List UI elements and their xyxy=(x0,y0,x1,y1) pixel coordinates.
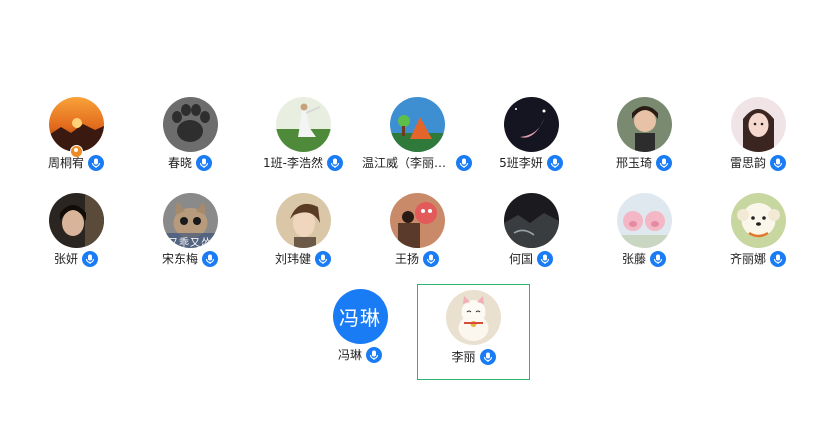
avatar-caption: 又乖又怂 xyxy=(168,238,212,248)
participant-name: 齐丽娜 xyxy=(729,252,766,266)
participant-tile[interactable]: 雷思韵 xyxy=(703,89,813,185)
cartoon-scene-avatar xyxy=(389,193,445,248)
microphone-icon[interactable] xyxy=(423,250,439,267)
text-avatar: 冯琳 xyxy=(332,289,388,344)
participant-name: 周桐宥 xyxy=(47,156,84,170)
participant-name: 邢玉琦 xyxy=(615,156,652,170)
dark-portrait-avatar xyxy=(48,193,104,248)
microphone-icon[interactable] xyxy=(770,154,786,171)
participant-name: 5班李妍 xyxy=(499,156,543,170)
paw-avatar xyxy=(162,97,218,152)
girl-photo-avatar xyxy=(616,97,672,152)
participant-name: 李丽 xyxy=(451,350,476,364)
pig-toys-avatar xyxy=(616,193,672,248)
participant-name: 张妍 xyxy=(53,252,78,266)
participant-name: 宋东梅 xyxy=(161,252,198,266)
participant-gallery: 周桐宥 春晓 1班-李浩然 温江威（李丽老... 5班李妍 邢玉琦 雷思韵 张妍… xyxy=(0,0,822,433)
microphone-icon[interactable] xyxy=(656,154,672,171)
participant-tile[interactable]: 又乖又怂 宋东梅 xyxy=(135,185,245,281)
microphone-icon[interactable] xyxy=(537,250,553,267)
microphone-icon[interactable] xyxy=(196,154,212,171)
participant-name: 雷思韵 xyxy=(729,156,766,170)
cat-avatar: 又乖又怂 xyxy=(162,193,218,248)
microphone-icon[interactable] xyxy=(456,154,472,171)
participant-tile[interactable]: 何国 xyxy=(476,185,586,281)
participant-name: 1班-李浩然 xyxy=(263,156,323,170)
participant-tile[interactable]: 春晓 xyxy=(135,89,245,185)
dancer-avatar xyxy=(275,97,331,152)
dark-landscape-avatar xyxy=(503,193,559,248)
participant-name: 冯琳 xyxy=(337,348,362,362)
painting-avatar xyxy=(389,97,445,152)
participant-name: 春晓 xyxy=(167,156,192,170)
white-dog-avatar xyxy=(730,193,786,248)
microphone-icon[interactable] xyxy=(82,250,98,267)
participant-name: 刘玮健 xyxy=(274,252,311,266)
microphone-icon[interactable] xyxy=(546,154,563,171)
participant-tile[interactable]: 王扬 xyxy=(362,185,472,281)
participant-tile[interactable]: 温江威（李丽老... xyxy=(362,89,472,185)
microphone-icon[interactable] xyxy=(88,154,104,171)
sunset-avatar xyxy=(48,97,104,152)
participant-tile[interactable]: 张藤 xyxy=(589,185,699,281)
participant-tile[interactable]: 邢玉琦 xyxy=(589,89,699,185)
microphone-icon[interactable] xyxy=(326,154,343,171)
participant-tile[interactable]: 张妍 xyxy=(21,185,131,281)
participant-tile[interactable]: 周桐宥 xyxy=(21,89,131,185)
participant-tile[interactable]: 5班李妍 xyxy=(476,89,586,185)
microphone-icon[interactable] xyxy=(479,348,496,365)
lucky-cat-avatar xyxy=(446,290,501,345)
microphone-icon[interactable] xyxy=(770,250,786,267)
participant-tile[interactable]: 冯琳 冯琳 xyxy=(305,281,415,377)
microphone-icon[interactable] xyxy=(366,346,382,363)
moon-avatar xyxy=(503,97,559,152)
participant-tile[interactable]: 刘玮健 xyxy=(248,185,358,281)
participant-name: 何国 xyxy=(508,252,533,266)
participant-name: 张藤 xyxy=(621,252,646,266)
girl-portrait-avatar xyxy=(730,97,786,152)
participant-tile[interactable]: 1班-李浩然 xyxy=(248,89,358,185)
participant-name: 王扬 xyxy=(394,252,419,266)
anime-man-avatar xyxy=(275,193,331,248)
microphone-icon[interactable] xyxy=(315,250,331,267)
participant-tile-active-speaker[interactable]: 李丽 xyxy=(417,284,530,380)
participant-name: 温江威（李丽老... xyxy=(362,156,452,170)
participant-tile[interactable]: 齐丽娜 xyxy=(703,185,813,281)
microphone-icon[interactable] xyxy=(650,250,666,267)
microphone-icon[interactable] xyxy=(202,250,218,267)
